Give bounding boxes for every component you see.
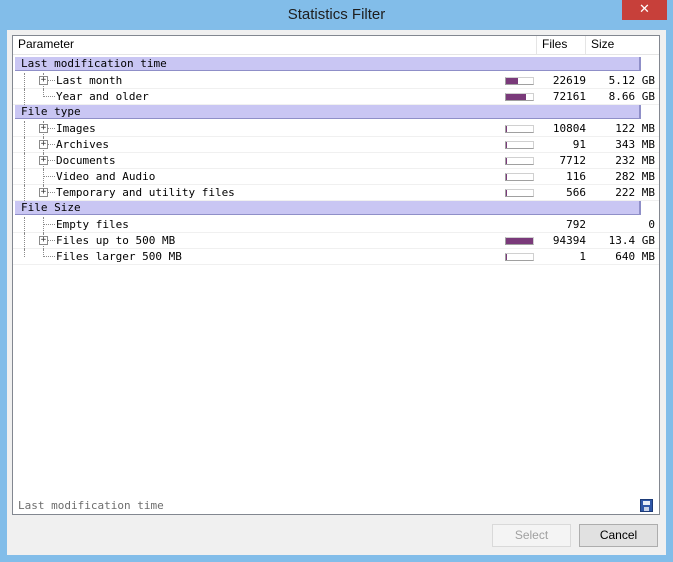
group-header-file-size[interactable]: File Size: [15, 201, 641, 215]
row-size: 13.4 GB: [608, 234, 655, 247]
statistics-tree-list[interactable]: Parameter Files Size Last modification t…: [12, 35, 660, 515]
row-label: Documents: [56, 154, 116, 167]
tree-guide-line: [24, 73, 25, 89]
group-header-file-type[interactable]: File type: [15, 105, 641, 119]
select-button[interactable]: Select: [492, 524, 571, 547]
tree-branch-line: [43, 176, 55, 177]
row-files-count: 7712: [559, 154, 587, 167]
row-files-count: 116: [566, 170, 586, 183]
row-label: Year and older: [56, 90, 149, 103]
usage-bar: [505, 173, 534, 181]
title-bar[interactable]: Statistics Filter ✕: [0, 0, 673, 30]
tree-row-year-and-older[interactable]: Year and older 72161 8.66 GB: [13, 89, 659, 105]
tree-guide-line: [24, 89, 25, 105]
row-label: Video and Audio: [56, 170, 156, 183]
usage-bar-fill: [506, 94, 526, 100]
tree-guide-line: [24, 169, 25, 185]
row-label: Last month: [56, 74, 123, 87]
row-files-count: 1: [579, 250, 586, 263]
group-header-last-modification-time[interactable]: Last modification time: [15, 57, 641, 71]
usage-bar: [505, 125, 534, 133]
tree-guide-line: [24, 185, 25, 201]
close-button[interactable]: ✕: [622, 0, 667, 20]
row-size: 5.12 GB: [608, 74, 655, 87]
row-label: Files larger 500 MB: [56, 250, 182, 263]
usage-bar: [505, 157, 534, 165]
row-size: 343 MB: [615, 138, 655, 151]
tree-row-files-larger-500mb[interactable]: Files larger 500 MB 1 640 MB: [13, 249, 659, 265]
row-size: 640 MB: [615, 250, 655, 263]
tree-row-documents[interactable]: + Documents 7712 232 MB: [13, 153, 659, 169]
tree-branch-line: [43, 96, 55, 97]
usage-bar-fill: [506, 174, 507, 180]
tree-row-files-up-to-500mb[interactable]: + Files up to 500 MB 94394 13.4 GB: [13, 233, 659, 249]
tree-guide-line: [24, 153, 25, 169]
row-files-count: 22619: [552, 74, 586, 87]
usage-bar: [505, 77, 534, 85]
row-size: 8.66 GB: [608, 90, 655, 103]
row-size: 232 MB: [615, 154, 655, 167]
row-size: 122 MB: [615, 122, 655, 135]
usage-bar-fill: [506, 254, 507, 260]
expand-plus-icon[interactable]: +: [39, 76, 48, 85]
expand-plus-icon[interactable]: +: [39, 140, 48, 149]
row-label: Files up to 500 MB: [56, 234, 176, 247]
column-header-parameter[interactable]: Parameter: [13, 36, 537, 54]
tree-row-video-and-audio[interactable]: Video and Audio 116 282 MB: [13, 169, 659, 185]
tree-row-temporary-files[interactable]: + Temporary and utility files 566 222 MB: [13, 185, 659, 201]
tree-guide-line: [24, 121, 25, 137]
row-files-count: 91: [572, 138, 586, 151]
row-size: 0: [648, 218, 655, 231]
row-files-count: 792: [566, 218, 586, 231]
tree-guide-line: [24, 217, 25, 233]
cancel-button[interactable]: Cancel: [579, 524, 658, 547]
column-header-size[interactable]: Size: [586, 36, 636, 54]
tree-row-images[interactable]: + Images 10804 122 MB: [13, 121, 659, 137]
tree-branch-line: [43, 256, 55, 257]
tree-guide-line: [43, 169, 44, 185]
tree-row-last-month[interactable]: + Last month 22619 5.12 GB: [13, 73, 659, 89]
expand-plus-icon[interactable]: +: [39, 156, 48, 165]
close-icon: ✕: [639, 2, 650, 17]
window-title: Statistics Filter: [287, 6, 386, 23]
expand-plus-icon[interactable]: +: [39, 124, 48, 133]
usage-bar: [505, 141, 534, 149]
tree-guide-line: [24, 233, 25, 249]
expand-plus-icon[interactable]: +: [39, 188, 48, 197]
row-files-count: 10804: [552, 122, 586, 135]
tree-guide-line: [24, 249, 25, 257]
save-icon[interactable]: [640, 499, 653, 512]
dialog-client-area: Parameter Files Size Last modification t…: [7, 30, 666, 555]
row-files-count: 72161: [552, 90, 586, 103]
row-label: Archives: [56, 138, 109, 151]
column-header: Parameter Files Size: [13, 36, 659, 55]
usage-bar: [505, 189, 534, 197]
row-label: Temporary and utility files: [56, 186, 235, 199]
tree-row-empty-files[interactable]: Empty files 792 0: [13, 217, 659, 233]
usage-bar-fill: [506, 142, 507, 148]
row-files-count: 566: [566, 186, 586, 199]
row-label: Images: [56, 122, 96, 135]
usage-bar: [505, 253, 534, 261]
expand-plus-icon[interactable]: +: [39, 236, 48, 245]
column-header-files[interactable]: Files: [537, 36, 586, 54]
row-label: Empty files: [56, 218, 129, 231]
status-text: Last modification time: [18, 499, 164, 512]
row-files-count: 94394: [552, 234, 586, 247]
usage-bar-fill: [506, 190, 507, 196]
usage-bar-fill: [506, 126, 507, 132]
status-bar: Last modification time: [13, 494, 659, 516]
tree-branch-line: [43, 224, 55, 225]
usage-bar: [505, 237, 534, 245]
usage-bar-fill: [506, 238, 533, 244]
tree-guide-line: [43, 217, 44, 233]
tree-guide-line: [24, 137, 25, 153]
usage-bar-fill: [506, 158, 507, 164]
usage-bar-fill: [506, 78, 518, 84]
usage-bar: [505, 93, 534, 101]
tree-row-archives[interactable]: + Archives 91 343 MB: [13, 137, 659, 153]
row-size: 282 MB: [615, 170, 655, 183]
dialog-window: Statistics Filter ✕ Parameter Files Size…: [0, 0, 673, 562]
row-size: 222 MB: [615, 186, 655, 199]
